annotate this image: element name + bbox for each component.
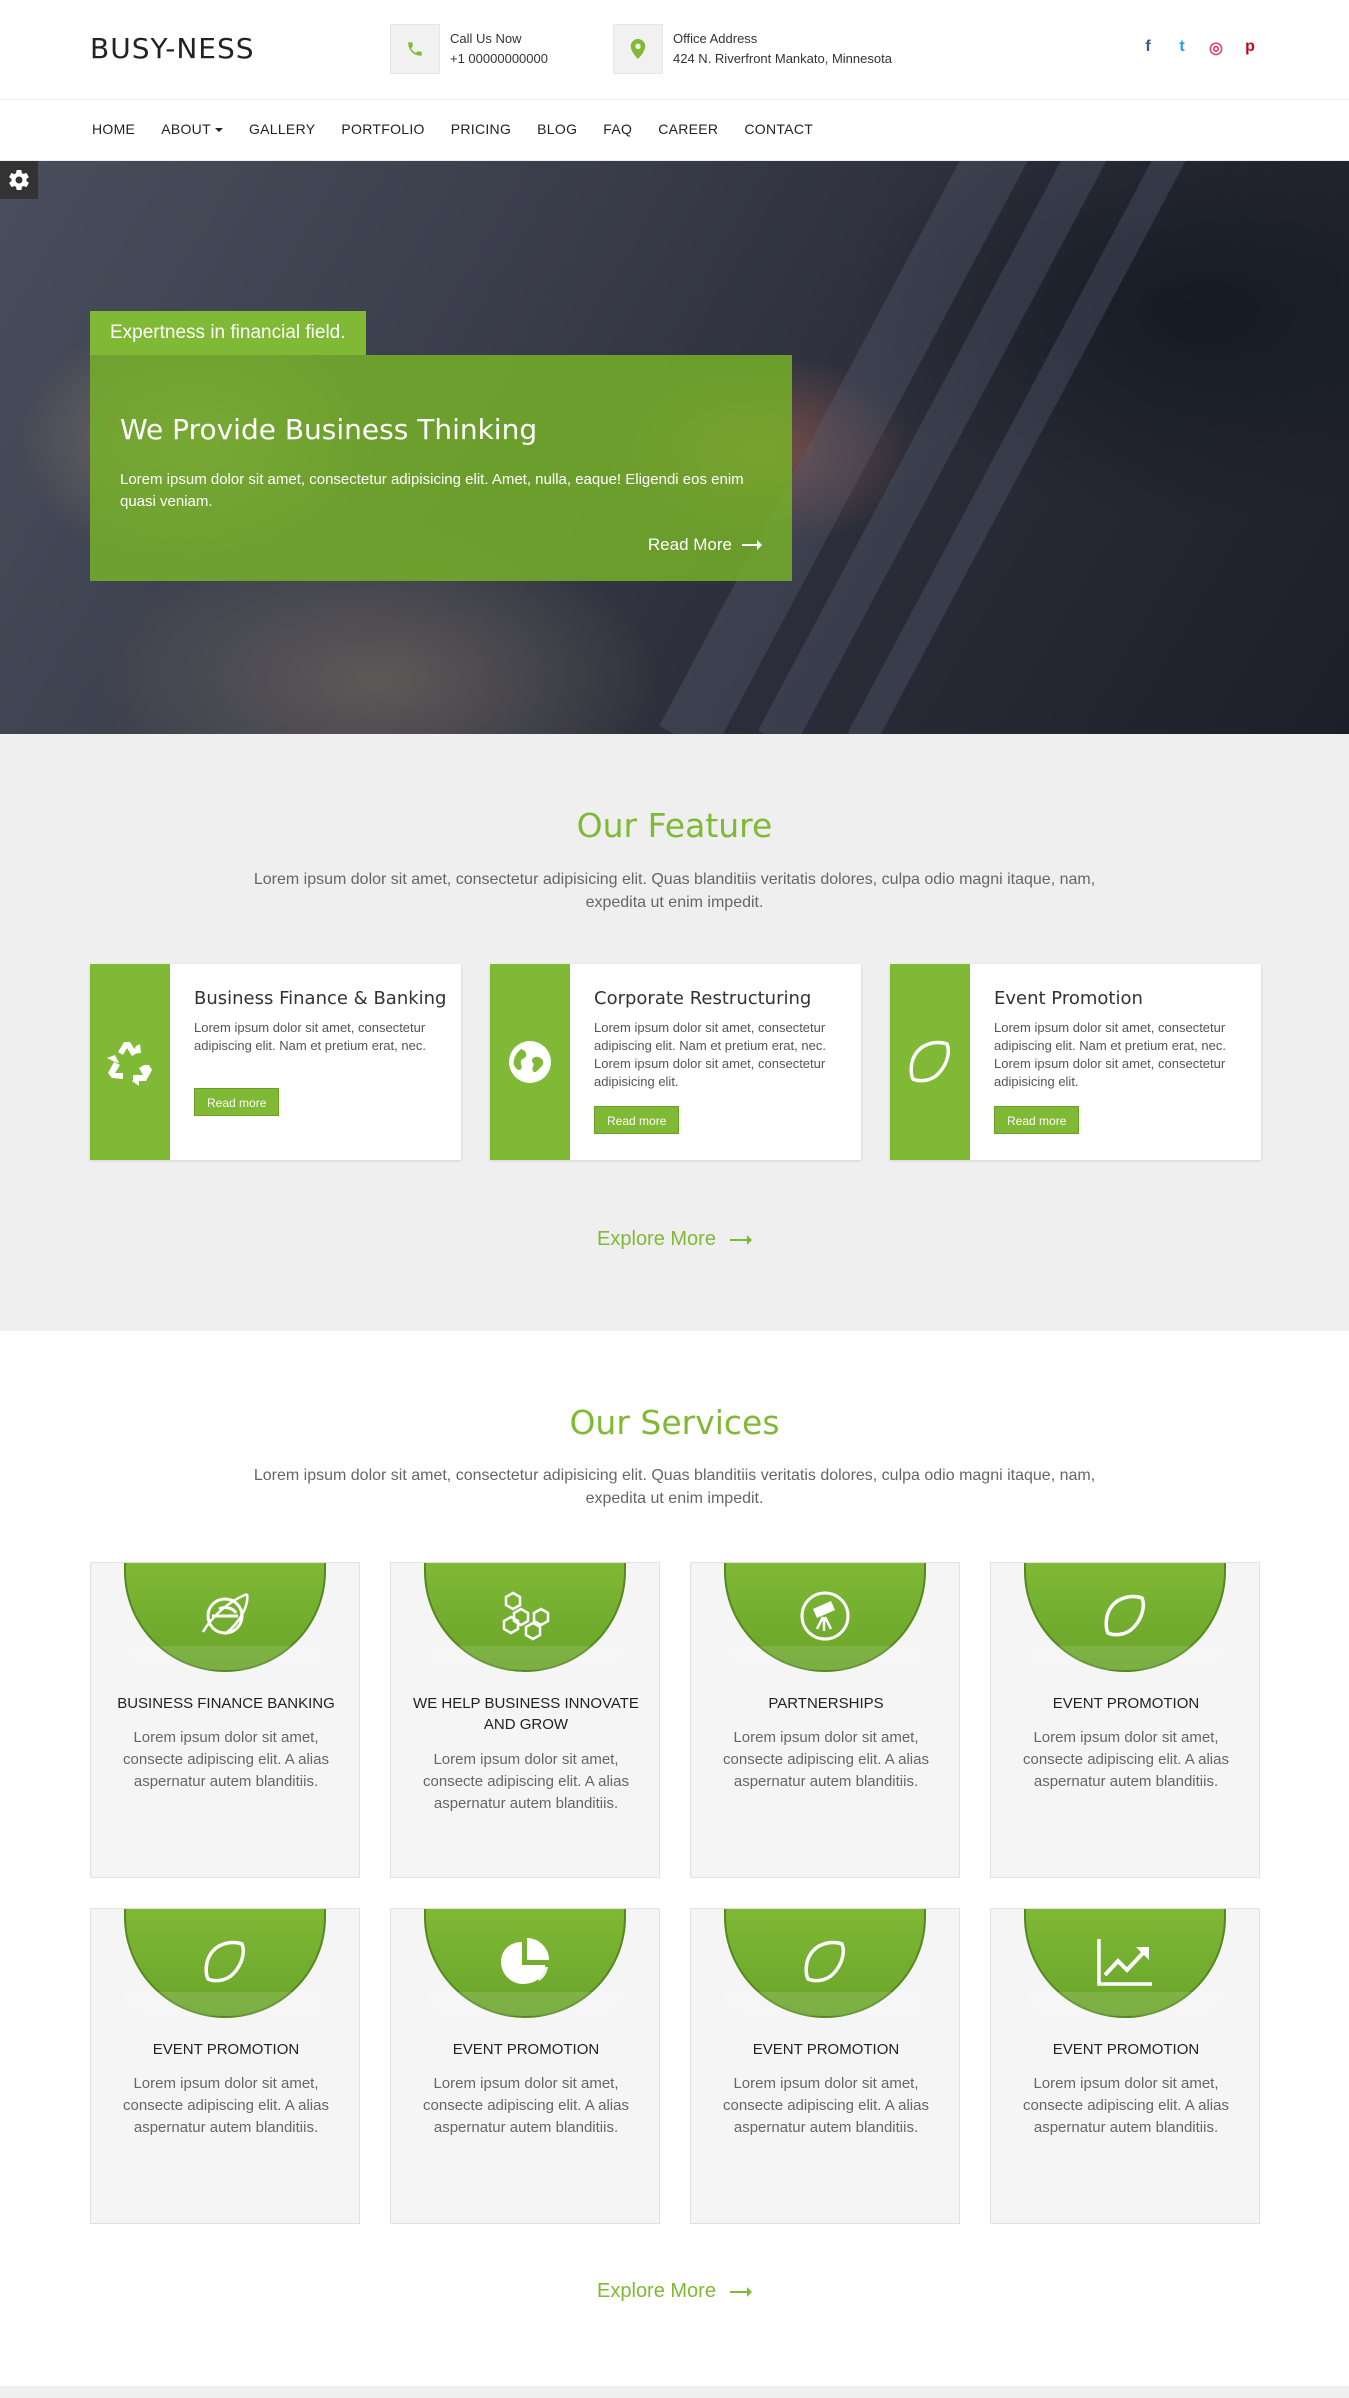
site-logo[interactable]: BUSY-NESS — [90, 32, 255, 65]
service-card: PARTNERSHIPS Lorem ipsum dolor sit amet,… — [690, 1562, 960, 1878]
nav-about[interactable]: ABOUT — [161, 121, 223, 137]
address-label: Office Address — [673, 31, 758, 46]
services-section: Our Services Lorem ipsum dolor sit amet,… — [0, 1331, 1349, 2386]
service-title: EVENT PROMOTION — [1052, 1695, 1200, 1712]
arrow-right-icon — [729, 2286, 752, 2297]
globe-icon — [509, 1041, 551, 1083]
service-title: BUSINESS FINANCE BANKING — [117, 1695, 335, 1712]
feature-card: Event Promotion Lorem ipsum dolor sit am… — [890, 964, 1261, 1160]
hero-text: Lorem ipsum dolor sit amet, consectetur … — [120, 471, 744, 510]
service-title: WE HELP BUSINESS INNOVATE AND GROW — [413, 1695, 639, 1733]
internet-explorer-icon — [201, 1592, 249, 1635]
feature-text: Lorem ipsum dolor sit amet, consectetur … — [194, 1020, 426, 1053]
facebook-icon[interactable]: f — [1139, 38, 1157, 58]
service-title: EVENT PROMOTION — [152, 2041, 300, 2058]
social-links: f t ◎ p — [1139, 38, 1259, 58]
nav-gallery[interactable]: GALLERY — [249, 121, 315, 137]
service-card: WE HELP BUSINESS INNOVATE AND GROW Lorem… — [390, 1562, 660, 1878]
service-text: Lorem ipsum dolor sit amet, consecte adi… — [423, 2075, 629, 2136]
hero-caption-box: We Provide Business Thinking Lorem ipsum… — [90, 355, 792, 581]
address-value: 424 N. Riverfront Mankato, Minnesota — [673, 51, 892, 66]
feature-read-more-button[interactable]: Read more — [594, 1106, 680, 1134]
nav-home[interactable]: HOME — [92, 121, 135, 137]
features-explore-more-link[interactable]: Explore More — [0, 1228, 1349, 1251]
services-title: Our Services — [569, 1403, 780, 1442]
office-address-block: Office Address 424 N. Riverfront Mankato… — [613, 24, 892, 74]
lemon-icon — [909, 1040, 951, 1083]
service-card: EVENT PROMOTION Lorem ipsum dolor sit am… — [390, 1908, 660, 2224]
feature-text: Lorem ipsum dolor sit amet, consectetur … — [594, 1020, 826, 1089]
footer-strip — [0, 2386, 1349, 2398]
hero-tagline: Expertness in financial field. — [90, 311, 366, 355]
service-title: EVENT PROMOTION — [452, 2041, 600, 2058]
nav-portfolio[interactable]: PORTFOLIO — [341, 121, 424, 137]
service-title: EVENT PROMOTION — [1052, 2041, 1200, 2058]
feature-text: Lorem ipsum dolor sit amet, consectetur … — [994, 1020, 1226, 1089]
arrow-right-icon — [729, 1234, 752, 1245]
features-section: Our Feature Lorem ipsum dolor sit amet, … — [0, 734, 1349, 1331]
hero-title: We Provide Business Thinking — [120, 413, 538, 446]
service-text: Lorem ipsum dolor sit amet, consecte adi… — [1023, 2075, 1229, 2136]
hero-banner: Expertness in financial field. We Provid… — [0, 161, 1349, 734]
nav-contact[interactable]: CONTACT — [744, 121, 813, 137]
arrow-right-icon — [742, 540, 762, 550]
service-text: Lorem ipsum dolor sit amet, consecte adi… — [1023, 1729, 1229, 1790]
service-text: Lorem ipsum dolor sit amet, consecte adi… — [723, 2075, 929, 2136]
service-title: EVENT PROMOTION — [752, 2041, 900, 2058]
nav-blog[interactable]: BLOG — [537, 121, 577, 137]
services-explore-more-link[interactable]: Explore More — [0, 2280, 1349, 2303]
instagram-icon[interactable]: ◎ — [1207, 38, 1225, 58]
service-card: EVENT PROMOTION Lorem ipsum dolor sit am… — [90, 1908, 360, 2224]
lemon-icon — [204, 1940, 246, 1983]
lemon-icon — [804, 1940, 846, 1983]
telescope-icon — [800, 1591, 850, 1641]
line-chart-icon — [1097, 1939, 1152, 1986]
service-text: Lorem ipsum dolor sit amet, consecte adi… — [123, 2075, 329, 2136]
features-subtitle: Lorem ipsum dolor sit amet, consectetur … — [253, 871, 1096, 911]
top-header: BUSY-NESS Call Us Now +1 00000000000 Off… — [0, 0, 1349, 100]
nav-faq[interactable]: FAQ — [603, 121, 632, 137]
service-card: BUSINESS FINANCE BANKING Lorem ipsum dol… — [90, 1562, 360, 1878]
service-title: PARTNERSHIPS — [768, 1695, 884, 1712]
service-card: EVENT PROMOTION Lorem ipsum dolor sit am… — [990, 1908, 1260, 2224]
service-card: EVENT PROMOTION Lorem ipsum dolor sit am… — [690, 1908, 960, 2224]
phone-icon — [390, 24, 440, 74]
feature-title: Corporate Restructuring — [594, 988, 812, 1009]
call-label: Call Us Now — [450, 31, 522, 46]
nav-career[interactable]: CAREER — [658, 121, 718, 137]
service-text: Lorem ipsum dolor sit amet, consecte adi… — [723, 1729, 929, 1790]
feature-card: Business Finance & Banking Lorem ipsum d… — [90, 964, 461, 1160]
settings-gear-button[interactable] — [0, 161, 38, 199]
features-title: Our Feature — [576, 806, 773, 845]
service-card: EVENT PROMOTION Lorem ipsum dolor sit am… — [990, 1562, 1260, 1878]
call-number[interactable]: +1 00000000000 — [450, 49, 548, 69]
feature-read-more-button[interactable]: Read more — [994, 1106, 1080, 1134]
gear-icon — [9, 170, 29, 191]
feature-title: Business Finance & Banking — [194, 988, 447, 1009]
recycle-icon — [107, 1042, 152, 1086]
caret-down-icon — [214, 128, 223, 133]
hero-read-more-link[interactable]: Read More — [648, 535, 762, 555]
service-text: Lorem ipsum dolor sit amet, consecte adi… — [423, 1751, 629, 1812]
services-subtitle: Lorem ipsum dolor sit amet, consectetur … — [253, 1467, 1096, 1507]
twitter-icon[interactable]: t — [1173, 38, 1191, 58]
feature-title: Event Promotion — [994, 988, 1143, 1009]
pie-chart-icon — [501, 1938, 549, 1984]
nav-pricing[interactable]: PRICING — [451, 121, 511, 137]
pinterest-icon[interactable]: p — [1241, 38, 1259, 58]
feature-read-more-button[interactable]: Read more — [194, 1088, 280, 1116]
cubes-icon — [502, 1591, 550, 1641]
feature-card: Corporate Restructuring Lorem ipsum dolo… — [490, 964, 861, 1160]
service-text: Lorem ipsum dolor sit amet, consecte adi… — [123, 1729, 329, 1790]
call-us-block: Call Us Now +1 00000000000 — [390, 24, 548, 74]
main-nav: HOME ABOUT GALLERY PORTFOLIO PRICING BLO… — [0, 101, 1349, 161]
map-marker-icon — [613, 24, 663, 74]
lemon-icon — [1104, 1594, 1146, 1637]
